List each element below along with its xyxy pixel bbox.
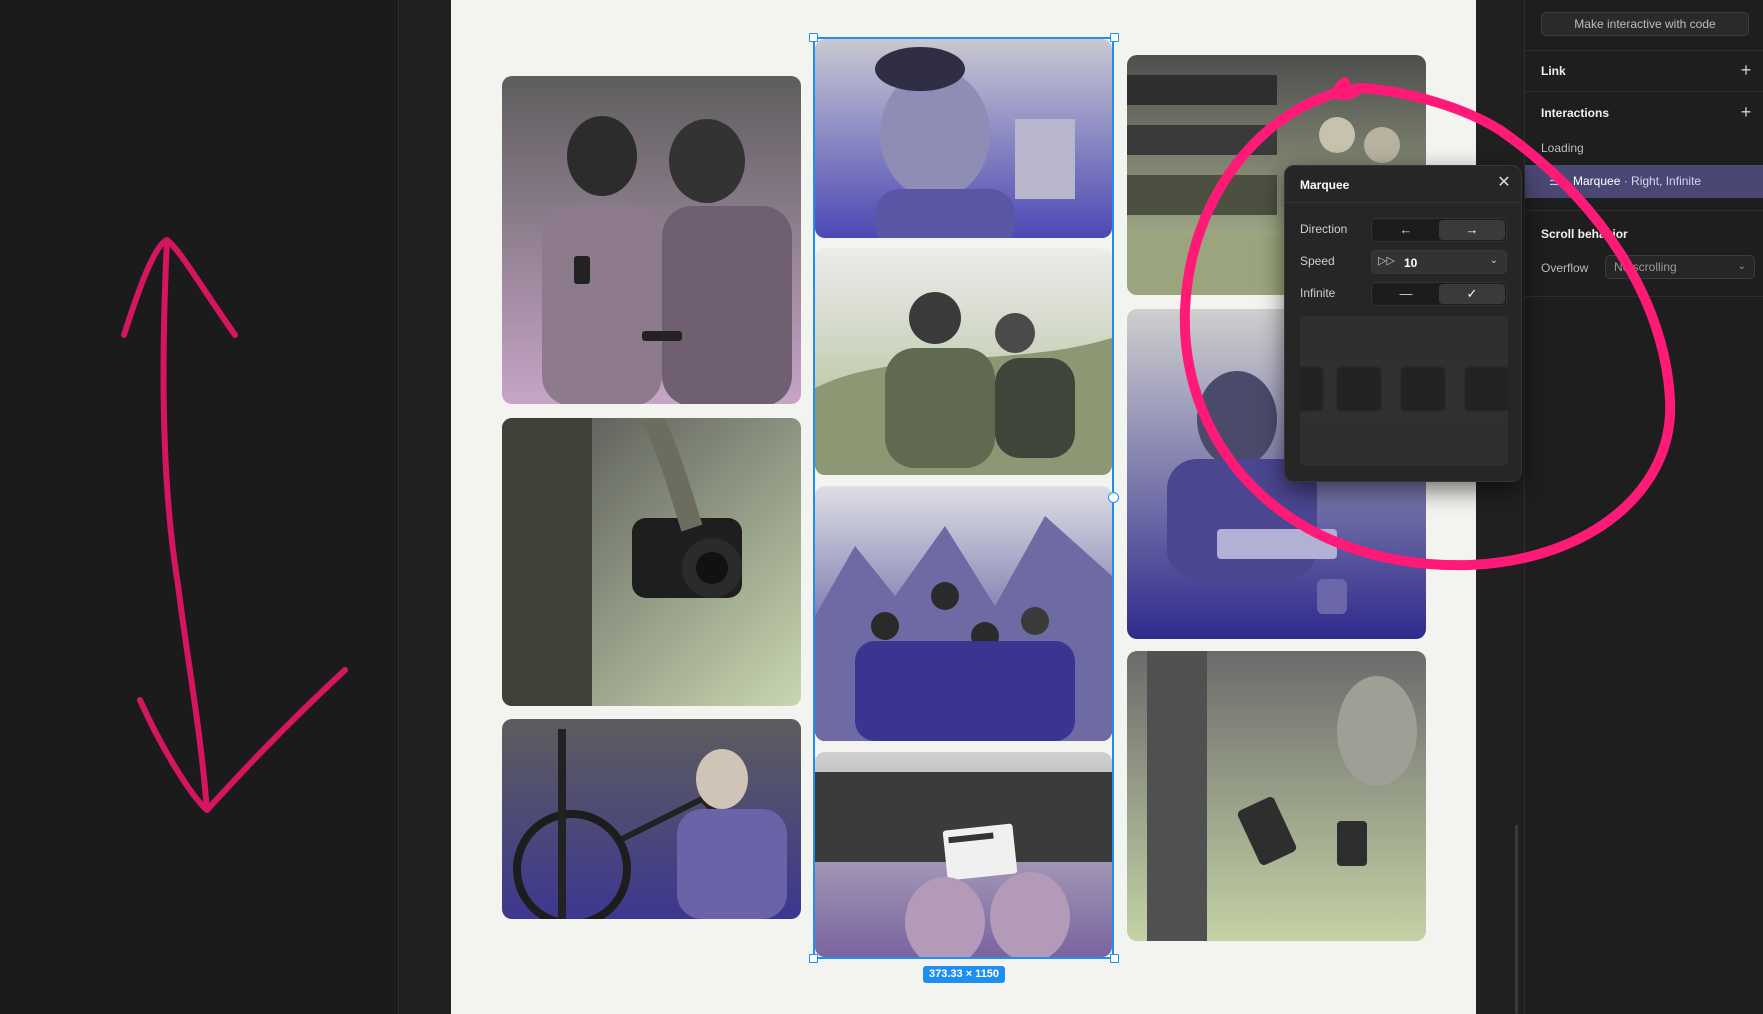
popover-title: Marquee: [1300, 178, 1350, 192]
interactions-section-title: Interactions: [1541, 106, 1610, 120]
speed-label: Speed: [1300, 254, 1335, 268]
infinite-on-option[interactable]: ✓: [1439, 284, 1505, 304]
direction-right-option[interactable]: →: [1439, 220, 1505, 240]
overflow-select[interactable]: No scrolling ⌄: [1605, 255, 1755, 279]
infinite-off-option[interactable]: —: [1373, 284, 1439, 304]
photo-cyclists[interactable]: [815, 248, 1112, 475]
preview-tile: [1300, 366, 1324, 412]
divider: [1285, 202, 1521, 203]
add-link-plus-icon[interactable]: +: [1739, 61, 1753, 79]
marquee-icon: ☰: [1549, 174, 1560, 188]
preview-tile: [1400, 366, 1446, 412]
left-panel: [0, 0, 399, 1014]
photo-couple-phone[interactable]: [502, 76, 801, 404]
preview-band-bottom: [1300, 422, 1508, 466]
add-interaction-plus-icon[interactable]: +: [1739, 103, 1753, 121]
speed-select[interactable]: ▷▷ 10 ⌄: [1371, 250, 1507, 274]
divider: [1525, 210, 1763, 211]
canvas-scrollbar[interactable]: [1515, 825, 1518, 1014]
overflow-label: Overflow: [1541, 261, 1589, 275]
photo-bike-girl[interactable]: [502, 719, 801, 919]
interaction-item-label: Marquee · Right, Infinite: [1573, 174, 1702, 188]
double-arrow-annotation: [121, 237, 348, 813]
divider: [1525, 91, 1763, 92]
divider: [1525, 50, 1763, 51]
photo-ticket-stadium[interactable]: [815, 752, 1112, 957]
direction-label: Direction: [1300, 222, 1348, 236]
direction-toggle: ← →: [1371, 218, 1507, 242]
fast-forward-icon: ▷▷: [1378, 255, 1395, 267]
scroll-behavior-title: Scroll behavior: [1541, 227, 1628, 241]
preview-tile: [1464, 366, 1508, 412]
preview-band-top: [1300, 316, 1508, 360]
speed-value: 10: [1404, 256, 1418, 270]
resize-handle-top-left[interactable]: [809, 33, 818, 42]
loading-label: Loading: [1541, 141, 1584, 155]
infinite-label: Infinite: [1300, 286, 1336, 300]
app-window: 373.33 × 1150 Make interactive with code…: [0, 0, 1763, 1014]
photo-hearing-aid[interactable]: [815, 39, 1112, 238]
infinite-toggle: — ✓: [1371, 282, 1507, 306]
resize-handle-bottom-right[interactable]: [1110, 954, 1119, 963]
resize-handle-top-right[interactable]: [1110, 33, 1119, 42]
link-section-title: Link: [1541, 64, 1566, 78]
make-interactive-button[interactable]: Make interactive with code: [1541, 12, 1749, 36]
direction-left-option[interactable]: ←: [1373, 220, 1439, 240]
close-icon[interactable]: ✕: [1496, 175, 1512, 191]
photo-woman-phone[interactable]: [1127, 651, 1426, 941]
photo-hikers[interactable]: [815, 486, 1112, 741]
chevron-down-icon: ⌄: [1489, 255, 1498, 266]
resize-handle-bottom-left[interactable]: [809, 954, 818, 963]
selection-size-badge: 373.33 × 1150: [923, 966, 1006, 983]
preview-tile: [1336, 366, 1382, 412]
marquee-popover: Marquee ✕ Direction ← → Speed ▷▷ 10 ⌄ In…: [1284, 165, 1522, 482]
properties-panel: Make interactive with code Link + Intera…: [1524, 0, 1763, 1014]
resize-handle-right-middle[interactable]: [1108, 492, 1119, 503]
marquee-preview: [1300, 316, 1508, 466]
chevron-down-icon: ⌄: [1737, 261, 1746, 272]
photo-camera[interactable]: [502, 418, 801, 706]
divider: [1525, 296, 1763, 297]
